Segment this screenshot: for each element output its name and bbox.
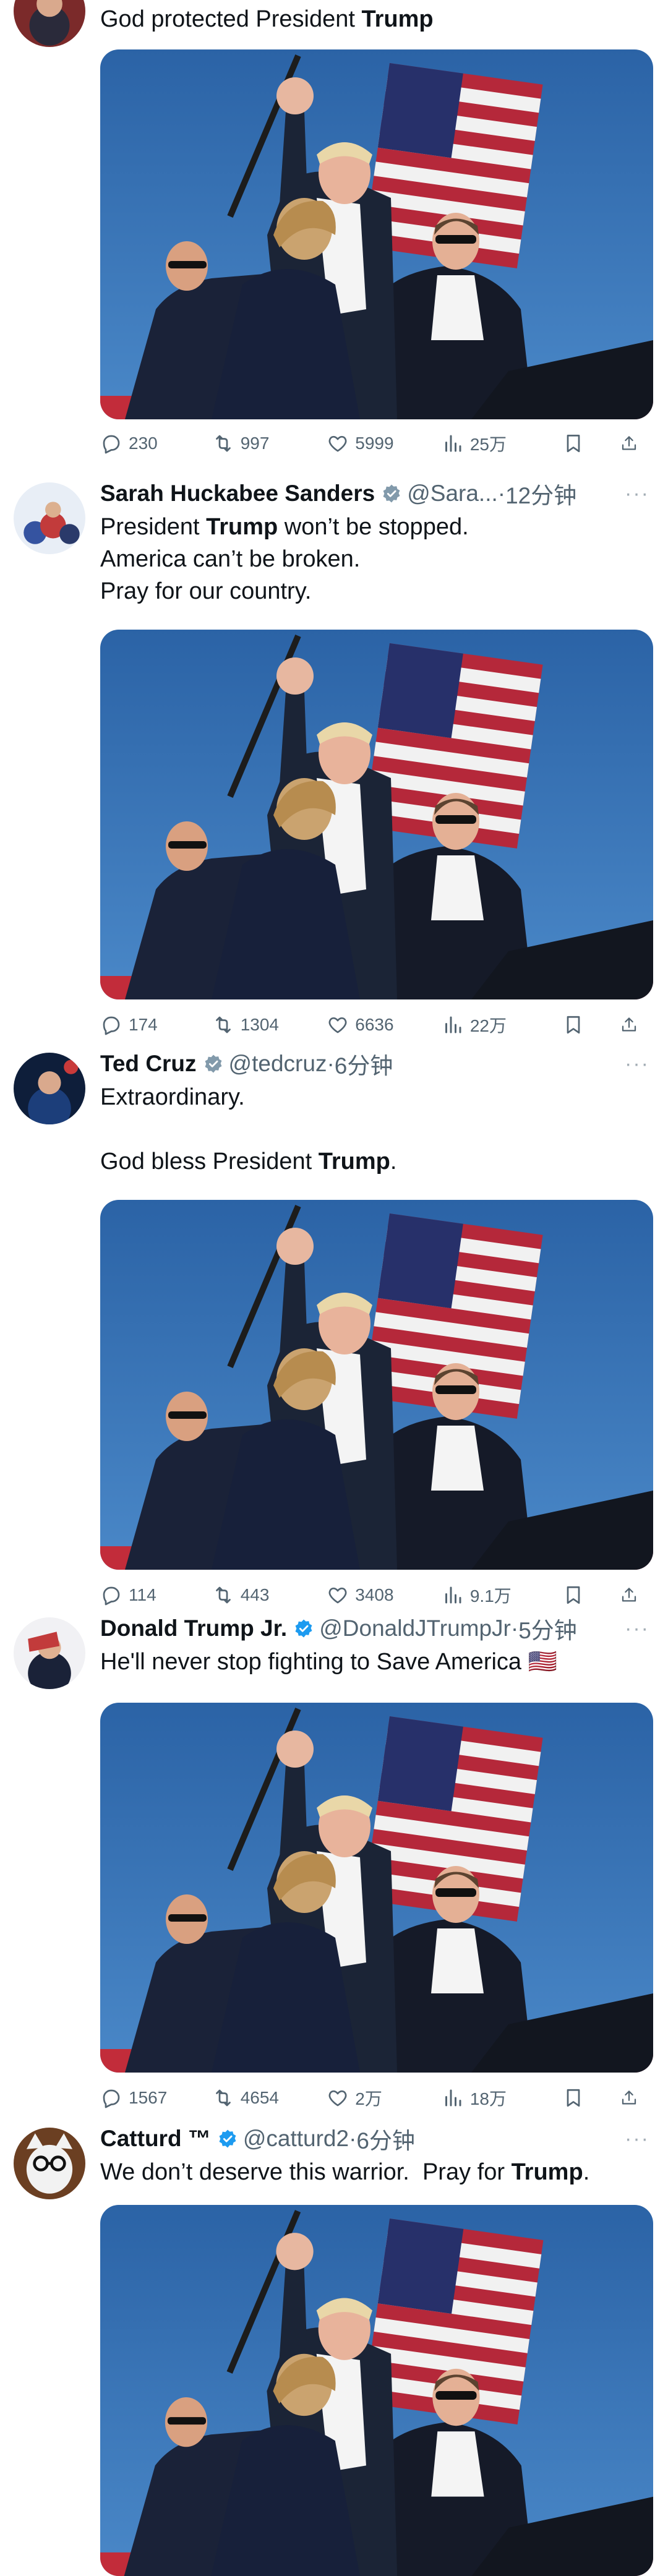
retweet-button[interactable]: 997 bbox=[212, 432, 327, 455]
bookmark-icon bbox=[562, 2087, 584, 2109]
timestamp[interactable]: 5分钟 bbox=[518, 1612, 577, 1645]
views-button[interactable]: 18万 bbox=[442, 2086, 562, 2110]
author-name[interactable]: Catturd ™ bbox=[100, 2126, 211, 2152]
tweet-header: Donald Trump Jr. @DonaldJTrumpJr · 5分钟 bbox=[100, 1611, 649, 1646]
tweet-header: Catturd ™ @catturd2 · 6分钟 bbox=[100, 2121, 649, 2156]
like-button[interactable]: 6636 bbox=[327, 1014, 442, 1036]
like-icon bbox=[327, 432, 349, 455]
tweet-actions: 174 1304 6636 22万 bbox=[100, 1009, 644, 1040]
tweet-photo[interactable] bbox=[100, 2205, 653, 2576]
like-icon bbox=[327, 1014, 349, 1036]
retweet-icon bbox=[212, 432, 234, 455]
separator-dot: · bbox=[349, 2126, 357, 2151]
reply-button[interactable]: 230 bbox=[100, 432, 212, 455]
bookmark-button[interactable] bbox=[562, 432, 620, 455]
views-icon bbox=[442, 1584, 464, 1606]
timestamp[interactable]: 6分钟 bbox=[335, 1047, 393, 1080]
reply-button[interactable]: 1567 bbox=[100, 2087, 212, 2109]
retweet-button[interactable]: 443 bbox=[212, 1584, 327, 1606]
views-button[interactable]: 22万 bbox=[442, 1012, 562, 1037]
retweet-button[interactable]: 1304 bbox=[212, 1014, 327, 1036]
avatar[interactable] bbox=[14, 1617, 85, 1689]
share-button[interactable] bbox=[620, 1584, 644, 1606]
tweet-photo[interactable] bbox=[100, 1200, 653, 1570]
avatar[interactable] bbox=[14, 0, 85, 47]
share-icon bbox=[620, 2087, 638, 2109]
tweet-actions: 230 997 5999 25万 bbox=[100, 428, 644, 459]
reply-icon bbox=[100, 1584, 122, 1606]
tweet-text: God protected President Trump bbox=[100, 6, 434, 32]
bookmark-icon bbox=[562, 1014, 584, 1036]
author-handle[interactable]: @tedcruz bbox=[229, 1051, 327, 1077]
reply-icon bbox=[100, 2087, 122, 2109]
like-icon bbox=[327, 1584, 349, 1606]
avatar[interactable] bbox=[14, 482, 85, 554]
avatar[interactable] bbox=[14, 1053, 85, 1124]
timestamp[interactable]: 12分钟 bbox=[505, 477, 576, 510]
more-options-icon[interactable]: ··· bbox=[625, 1046, 649, 1081]
avatar[interactable] bbox=[14, 2128, 85, 2199]
tweet-text: He'll never stop fighting to Save Americ… bbox=[100, 1649, 557, 1675]
share-button[interactable] bbox=[620, 1014, 644, 1036]
tweet-text: President Trump won’t be stopped. Americ… bbox=[100, 514, 469, 604]
bookmark-icon bbox=[562, 1584, 584, 1606]
author-name[interactable]: Ted Cruz bbox=[100, 1051, 197, 1077]
share-button[interactable] bbox=[620, 432, 644, 455]
reply-button[interactable]: 174 bbox=[100, 1014, 212, 1036]
views-button[interactable]: 25万 bbox=[442, 431, 562, 456]
author-handle[interactable]: @DonaldJTrumpJr bbox=[319, 1615, 511, 1641]
more-options-icon[interactable]: ··· bbox=[625, 1611, 649, 1646]
views-icon bbox=[442, 1014, 464, 1036]
share-button[interactable] bbox=[620, 2087, 644, 2109]
bookmark-button[interactable] bbox=[562, 1014, 620, 1036]
timestamp[interactable]: 6分钟 bbox=[356, 2122, 415, 2155]
tweet-text: We don’t deserve this warrior. Pray for … bbox=[100, 2159, 590, 2185]
retweet-icon bbox=[212, 1014, 234, 1036]
more-options-icon[interactable]: ··· bbox=[625, 2121, 649, 2156]
share-icon bbox=[620, 432, 638, 455]
verified-badge-icon bbox=[217, 2128, 238, 2149]
author-name[interactable]: Donald Trump Jr. bbox=[100, 1615, 287, 1641]
verified-badge-icon bbox=[293, 1618, 314, 1639]
reply-icon bbox=[100, 432, 122, 455]
bookmark-icon bbox=[562, 432, 584, 455]
tweet-actions: 1567 4654 2万 18万 bbox=[100, 2082, 644, 2113]
separator-dot: · bbox=[497, 481, 506, 506]
like-button[interactable]: 2万 bbox=[327, 2086, 442, 2110]
like-icon bbox=[327, 2087, 349, 2109]
views-button[interactable]: 9.1万 bbox=[442, 1583, 562, 1607]
tweet-photo[interactable] bbox=[100, 1703, 653, 2073]
more-options-icon[interactable]: ··· bbox=[625, 476, 649, 511]
reply-button[interactable]: 114 bbox=[100, 1584, 212, 1606]
like-button[interactable]: 5999 bbox=[327, 432, 442, 455]
views-icon bbox=[442, 2087, 464, 2109]
tweet-photo[interactable] bbox=[100, 49, 653, 419]
author-name[interactable]: Sarah Huckabee Sanders bbox=[100, 481, 375, 507]
tweet-photo[interactable] bbox=[100, 630, 653, 999]
verified-badge-icon bbox=[203, 1053, 224, 1074]
bookmark-button[interactable] bbox=[562, 2087, 620, 2109]
separator-dot: · bbox=[510, 1615, 519, 1641]
tweet-header: Sarah Huckabee Sanders @Sara... · 12分钟 bbox=[100, 476, 649, 511]
separator-dot: · bbox=[327, 1051, 335, 1076]
bookmark-button[interactable] bbox=[562, 1584, 620, 1606]
author-handle[interactable]: @Sara... bbox=[407, 481, 498, 507]
like-button[interactable]: 3408 bbox=[327, 1584, 442, 1606]
reply-icon bbox=[100, 1014, 122, 1036]
verified-badge-icon bbox=[381, 483, 402, 504]
author-handle[interactable]: @catturd2 bbox=[243, 2126, 349, 2152]
views-icon bbox=[442, 432, 464, 455]
retweet-button[interactable]: 4654 bbox=[212, 2087, 327, 2109]
retweet-icon bbox=[212, 2087, 234, 2109]
share-icon bbox=[620, 1014, 638, 1036]
tweet-actions: 114 443 3408 9.1万 bbox=[100, 1580, 644, 1611]
retweet-icon bbox=[212, 1584, 234, 1606]
tweet-text: Extraordinary. God bless President Trump… bbox=[100, 1084, 397, 1175]
tweet-header: Ted Cruz @tedcruz · 6分钟 bbox=[100, 1046, 649, 1081]
share-icon bbox=[620, 1584, 638, 1606]
